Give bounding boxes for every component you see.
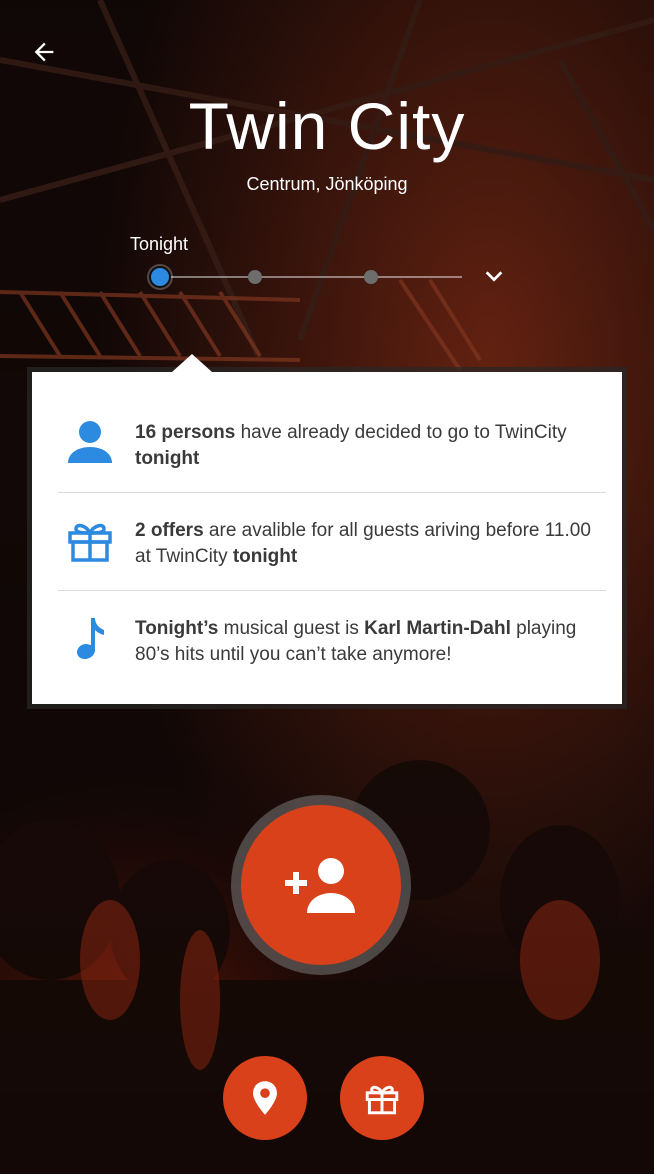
emphasis-text: tonight [232, 546, 298, 567]
join-button[interactable] [241, 805, 401, 965]
gift-icon [365, 1085, 399, 1115]
divider [58, 590, 606, 591]
emphasis-text: 16 persons [135, 422, 236, 443]
add-person-icon [285, 858, 355, 913]
body-text: are avalible for all guests ariving befo… [135, 520, 591, 567]
offers-button[interactable] [340, 1056, 424, 1140]
body-text: have already decided to go to TwinCity [235, 422, 567, 443]
slider-stop-1[interactable] [149, 266, 171, 288]
info-card: 16 persons have already decided to go to… [32, 354, 622, 704]
emphasis-text: Karl Martin-Dahl [364, 618, 511, 639]
body-text: musical guest is [218, 618, 365, 639]
card-pointer [172, 354, 212, 372]
location-button[interactable] [223, 1056, 307, 1140]
info-text: 16 persons have already decided to go to… [135, 420, 605, 472]
info-row-offers: 2 offers are avalible for all guests ari… [32, 494, 622, 590]
emphasis-text: Tonight’s [135, 618, 219, 639]
music-note-icon [66, 614, 114, 662]
slider-stop-3[interactable] [364, 270, 378, 284]
person-icon [66, 418, 114, 466]
back-button[interactable] [26, 34, 62, 70]
divider [58, 492, 606, 493]
expand-button[interactable] [480, 264, 508, 288]
info-row-attendees: 16 persons have already decided to go to… [32, 396, 622, 492]
location-pin-icon [253, 1081, 277, 1115]
info-text: Tonight’s musical guest is Karl Martin-D… [135, 616, 605, 668]
arrow-left-icon [34, 42, 54, 62]
venue-title: Twin City [188, 89, 466, 163]
time-slider-track[interactable] [160, 276, 462, 278]
info-text: 2 offers are avalible for all guests ari… [135, 518, 605, 570]
emphasis-text: 2 offers [135, 520, 204, 541]
venue-location: Centrum, Jönköping [246, 174, 408, 194]
slider-stop-2[interactable] [248, 270, 262, 284]
slider-selected-label: Tonight [130, 234, 189, 254]
info-row-music: Tonight’s musical guest is Karl Martin-D… [32, 592, 622, 688]
emphasis-text: tonight [135, 448, 200, 469]
gift-icon [66, 516, 114, 564]
chevron-down-icon [485, 271, 503, 282]
